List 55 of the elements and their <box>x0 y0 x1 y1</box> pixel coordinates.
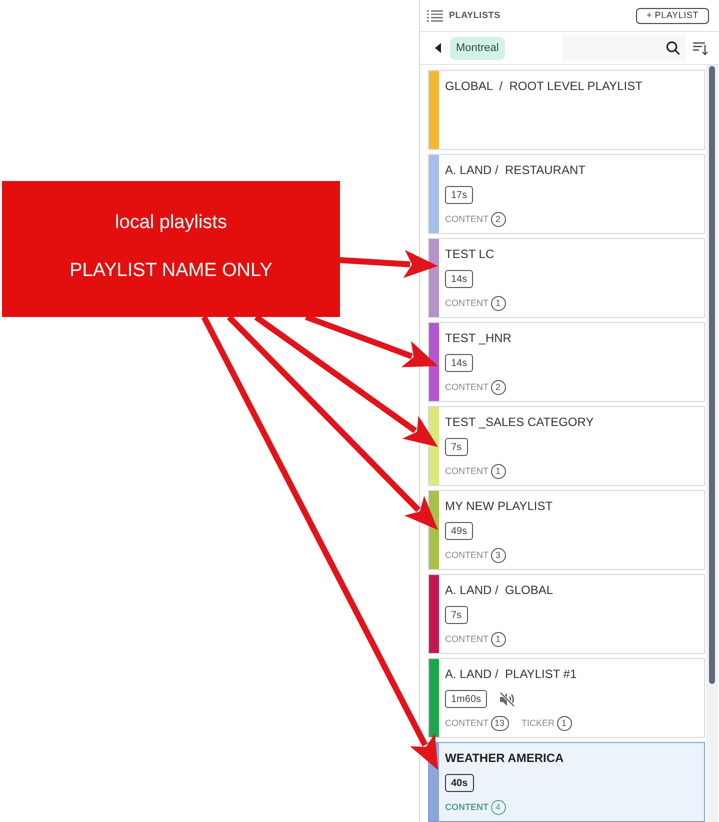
playlist-card[interactable]: GLOBAL / ROOT LEVEL PLAYLIST <box>428 70 705 150</box>
count-badge: 3 <box>490 548 506 563</box>
playlist-name: A. LAND / GLOBAL <box>445 582 554 599</box>
panel-title: PLAYLISTS <box>449 8 500 22</box>
duration-badge: 17s <box>445 186 474 204</box>
search-field[interactable] <box>562 35 686 61</box>
playlist-card[interactable]: A. LAND / PLAYLIST #1 1m60s CONTENT 13 TICKER 1 <box>428 658 705 738</box>
playlist-card[interactable]: MY NEW PLAYLIST 49s CONTENT 3 <box>428 490 705 570</box>
count-label: CONTENT <box>445 464 488 478</box>
count-label: TICKER <box>522 716 555 730</box>
playlist-name: TEST _SALES CATEGORY <box>445 414 594 431</box>
count-badge: 1 <box>490 296 506 311</box>
playlist-card[interactable]: TEST _SALES CATEGORY 7s CONTENT 1 <box>428 406 705 486</box>
duration-badge: 40s <box>445 774 474 792</box>
count-label: CONTENT <box>445 716 488 730</box>
count-label: CONTENT <box>445 548 488 562</box>
playlist-name: MY NEW PLAYLIST <box>445 498 553 515</box>
playlist-name: WEATHER AMERICA <box>445 750 564 767</box>
count-badge: 13 <box>490 716 509 731</box>
scrollbar[interactable] <box>709 66 715 684</box>
playlist-card[interactable]: TEST LC 14s CONTENT 1 <box>428 238 705 318</box>
duration-badge: 14s <box>445 354 474 372</box>
count-label: CONTENT <box>445 296 488 310</box>
duration-badge: 7s <box>445 438 468 456</box>
playlist-card[interactable]: TEST _HNR 14s CONTENT 2 <box>428 322 705 402</box>
count-label: CONTENT <box>445 632 488 646</box>
count-label: CONTENT <box>445 800 488 814</box>
search-icon[interactable] <box>666 41 680 55</box>
duration-badge: 49s <box>445 522 474 540</box>
duration-badge: 14s <box>445 270 474 288</box>
count-badge: 2 <box>490 212 506 227</box>
playlist-name: A. LAND / RESTAURANT <box>445 162 586 179</box>
caret-left-icon[interactable] <box>435 43 441 53</box>
playlist-card[interactable]: A. LAND / RESTAURANT 17s CONTENT 2 <box>428 154 705 234</box>
playlist-name: A. LAND / PLAYLIST #1 <box>445 666 577 683</box>
count-badge: 1 <box>556 716 572 731</box>
annotation-text: local playlists <box>115 211 227 235</box>
playlist-card[interactable]: WEATHER AMERICA 40s CONTENT 4 <box>428 742 705 822</box>
annotation-text: PLAYLIST NAME ONLY <box>70 259 272 283</box>
playlist-name: TEST _HNR <box>445 330 512 347</box>
duration-badge: 7s <box>445 606 468 624</box>
count-label: CONTENT <box>445 212 488 226</box>
playlist-name: TEST LC <box>445 246 494 263</box>
add-playlist-button[interactable]: + PLAYLIST <box>636 8 709 24</box>
count-badge: 1 <box>490 632 506 647</box>
sort-icon[interactable] <box>693 42 708 54</box>
count-badge: 4 <box>490 800 506 815</box>
playlist-card[interactable]: A. LAND / GLOBAL 7s CONTENT 1 <box>428 574 705 654</box>
count-badge: 1 <box>490 464 506 479</box>
count-label: CONTENT <box>445 380 488 394</box>
count-badge: 2 <box>490 380 506 395</box>
duration-badge: 1m60s <box>445 690 488 708</box>
list-icon[interactable] <box>427 10 443 22</box>
playlist-name: GLOBAL / ROOT LEVEL PLAYLIST <box>445 78 642 95</box>
location-chip[interactable]: Montreal <box>450 36 505 60</box>
